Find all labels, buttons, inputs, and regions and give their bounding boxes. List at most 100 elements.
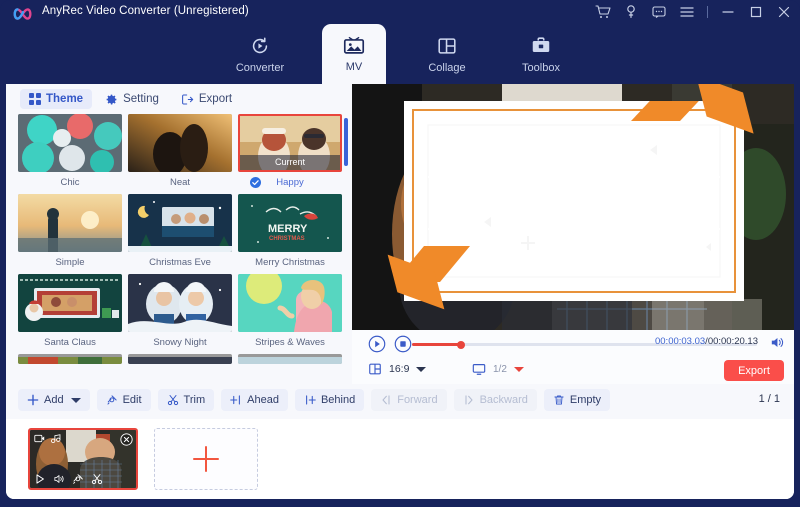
theme-thumbnail	[18, 354, 122, 364]
cart-icon[interactable]	[595, 4, 611, 20]
window-control-separator	[707, 6, 708, 18]
chevron-down-icon[interactable]	[514, 367, 524, 372]
theme-item-santa-claus[interactable]: Santa Claus	[18, 274, 122, 349]
chevron-down-icon[interactable]	[416, 367, 426, 372]
theme-item-simple[interactable]: Simple	[18, 194, 122, 269]
forward-label: Forward	[397, 394, 437, 406]
play-icon[interactable]	[34, 473, 46, 485]
backward-label: Backward	[480, 394, 528, 406]
minimize-icon[interactable]	[720, 4, 736, 20]
check-icon	[250, 177, 261, 188]
theme-thumbnail	[18, 114, 122, 172]
subtab-theme[interactable]: Theme	[20, 89, 92, 109]
theme-item-partial[interactable]	[128, 354, 232, 364]
tab-toolbox[interactable]: Toolbox	[508, 24, 574, 84]
maximize-icon[interactable]	[748, 4, 764, 20]
tab-mv-label: MV	[346, 61, 363, 73]
player-row-top: 00:00:03.03/00:00:20.13	[352, 330, 794, 358]
subtab-theme-label: Theme	[46, 93, 83, 105]
behind-button[interactable]: Behind	[295, 389, 364, 411]
theme-item-chic[interactable]: Chic	[18, 114, 122, 189]
empty-button[interactable]: Empty	[544, 389, 610, 411]
subtab-export[interactable]: Export	[172, 89, 241, 110]
aspect-ratio-selector[interactable]: 16:9	[368, 362, 426, 376]
volume-icon[interactable]	[53, 473, 65, 485]
plus-large-icon	[188, 441, 224, 477]
theme-list-scroll[interactable]: Chic	[14, 112, 344, 382]
add-media-slot[interactable]	[154, 428, 258, 490]
app-title: AnyRec Video Converter (Unregistered)	[42, 5, 249, 17]
edit-icon[interactable]	[72, 473, 84, 485]
theme-item-christmas-eve[interactable]: Christmas Eve	[128, 194, 232, 269]
feedback-icon[interactable]	[651, 4, 667, 20]
tab-converter[interactable]: Converter	[227, 24, 293, 84]
theme-scrollbar-thumb[interactable]	[344, 118, 348, 166]
player-control-bar: 00:00:03.03/00:00:20.13 16:9	[352, 330, 794, 384]
add-label: Add	[44, 394, 64, 406]
ahead-button[interactable]: Ahead	[221, 389, 288, 411]
theme-item-stripes-waves[interactable]: Stripes & Waves	[238, 274, 342, 349]
split-value: 1/2	[493, 364, 507, 375]
menu-icon[interactable]	[679, 4, 695, 20]
move-backward-icon	[463, 394, 475, 406]
theme-item-happy[interactable]: Current Happy	[238, 114, 342, 189]
theme-scrollbar-track[interactable]	[344, 116, 348, 378]
edit-label: Edit	[123, 394, 142, 406]
theme-label: Chic	[18, 176, 122, 189]
theme-item-snowy-night[interactable]: Snowy Night	[128, 274, 232, 349]
tab-collage-label: Collage	[428, 62, 465, 74]
converter-icon	[249, 35, 271, 57]
stop-button[interactable]	[394, 335, 412, 353]
edit-button[interactable]: Edit	[97, 389, 151, 411]
main-nav-tabs: Converter MV Collage Toolb	[0, 24, 800, 84]
close-icon[interactable]	[776, 4, 792, 20]
add-button[interactable]: Add	[18, 389, 90, 411]
backward-button[interactable]: Backward	[454, 389, 537, 411]
clip-action-toolbar: Add Edit Trim	[6, 384, 794, 419]
theme-label: Simple	[18, 256, 122, 269]
tab-mv[interactable]: MV	[322, 24, 386, 84]
forward-button[interactable]: Forward	[371, 389, 446, 411]
svg-text:MERRY: MERRY	[268, 223, 308, 235]
split-screen-selector[interactable]: 1/2	[472, 362, 524, 376]
play-button[interactable]	[368, 335, 386, 353]
trim-label: Trim	[184, 394, 206, 406]
theme-label: Stripes & Waves	[238, 336, 342, 349]
panel-subtabs: Theme Setting Export	[20, 87, 241, 111]
svg-text:CHRISTMAS: CHRISTMAS	[269, 236, 305, 242]
seek-handle[interactable]	[457, 341, 465, 349]
scissors-icon	[167, 394, 179, 406]
edit-icon	[106, 394, 118, 406]
export-button[interactable]: Export	[724, 360, 784, 381]
empty-label: Empty	[570, 394, 601, 406]
gear-icon	[105, 93, 118, 106]
time-display: 00:00:03.03/00:00:20.13	[655, 336, 758, 347]
seek-fill	[412, 343, 461, 346]
theme-item-partial[interactable]	[238, 354, 342, 364]
theme-item-merry-christmas[interactable]: MERRY CHRISTMAS Merry Christmas	[238, 194, 342, 269]
behind-label: Behind	[321, 394, 355, 406]
audio-badge-icon	[50, 433, 61, 444]
toolbar-buttons: Add Edit Trim	[18, 389, 610, 411]
clip-top-badges	[34, 433, 61, 444]
trim-button[interactable]: Trim	[158, 389, 215, 411]
move-forward-icon	[380, 394, 392, 406]
clip-item[interactable]	[28, 428, 138, 490]
aspect-ratio-icon	[368, 362, 382, 376]
tab-collage[interactable]: Collage	[414, 24, 480, 84]
trim-icon[interactable]	[91, 473, 103, 485]
subtab-setting[interactable]: Setting	[96, 89, 168, 110]
chevron-down-icon[interactable]	[71, 398, 81, 403]
video-badge-icon	[34, 433, 45, 444]
window-controls	[595, 4, 792, 20]
volume-icon[interactable]	[769, 335, 784, 350]
close-clip-icon[interactable]	[120, 433, 133, 446]
insert-ahead-icon	[230, 394, 242, 406]
theme-thumbnail	[238, 274, 342, 332]
key-icon[interactable]	[623, 4, 639, 20]
theme-item-neat[interactable]: Neat	[128, 114, 232, 189]
page-indicator: 1 / 1	[759, 393, 780, 405]
subtab-export-label: Export	[199, 93, 232, 105]
theme-item-partial[interactable]	[18, 354, 122, 364]
clip-controls	[34, 473, 103, 485]
